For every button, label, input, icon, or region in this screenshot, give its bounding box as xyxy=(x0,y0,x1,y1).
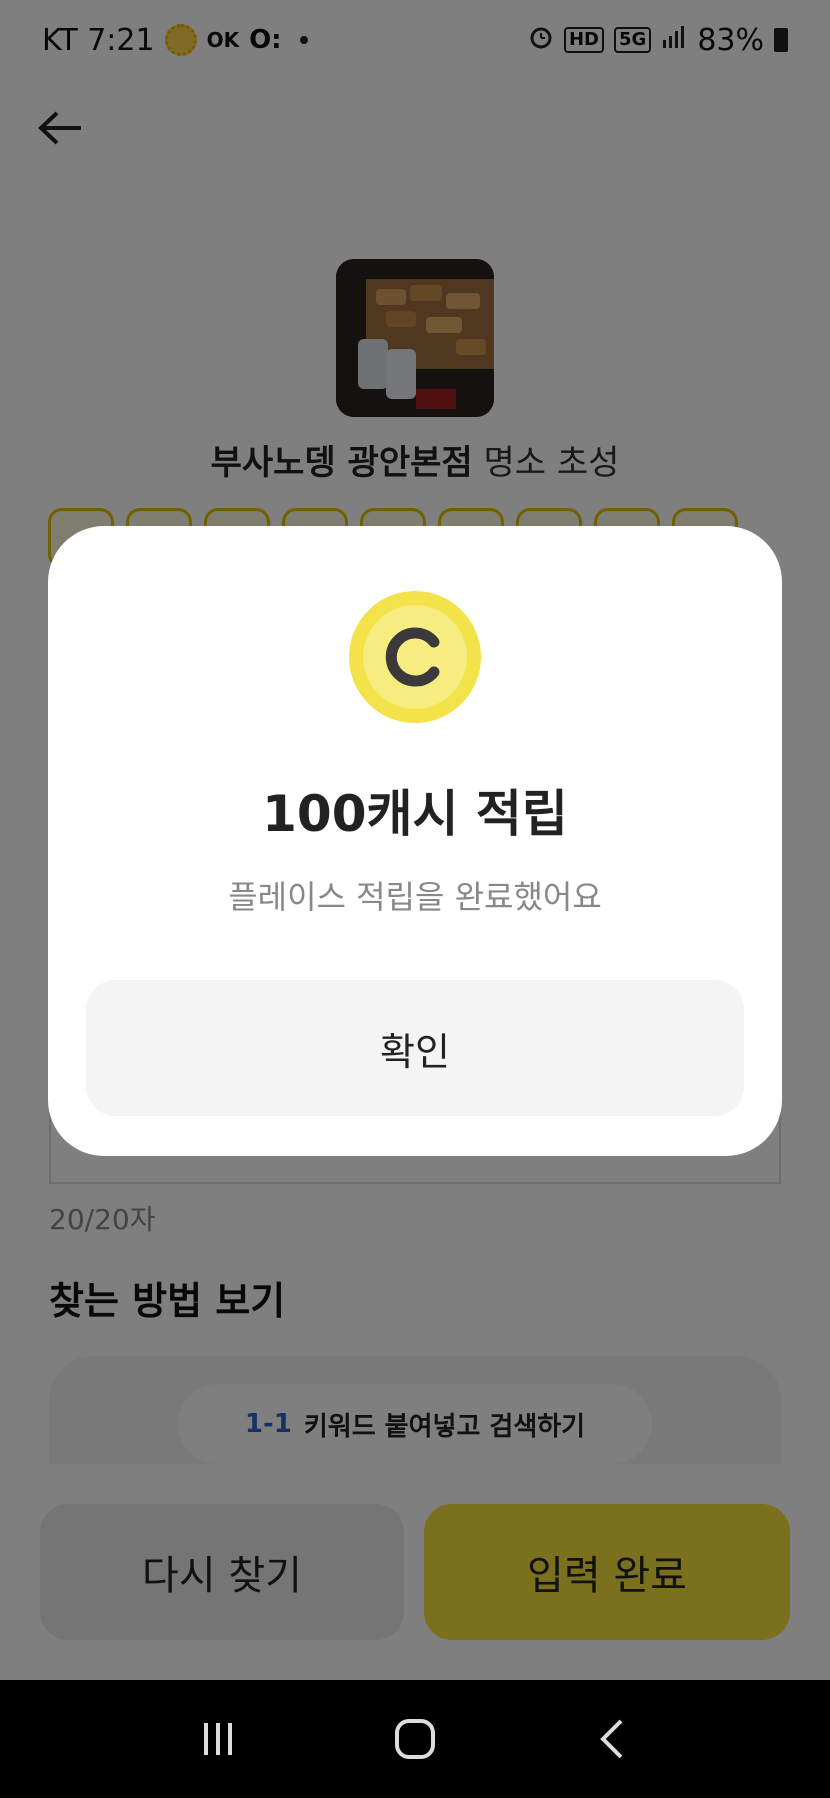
modal-title: 100캐시 적립 xyxy=(262,785,568,843)
reward-modal: 100캐시 적립 플레이스 적립을 완료했어요 확인 xyxy=(48,526,782,1156)
modal-subtitle: 플레이스 적립을 완료했어요 xyxy=(228,878,602,916)
coin-c-icon xyxy=(348,590,482,724)
recent-apps-icon[interactable] xyxy=(188,1709,248,1769)
confirm-button[interactable]: 확인 xyxy=(86,980,744,1116)
home-icon[interactable] xyxy=(385,1709,445,1769)
system-nav-bar xyxy=(0,1680,830,1798)
chevron-left-icon[interactable] xyxy=(582,1709,642,1769)
